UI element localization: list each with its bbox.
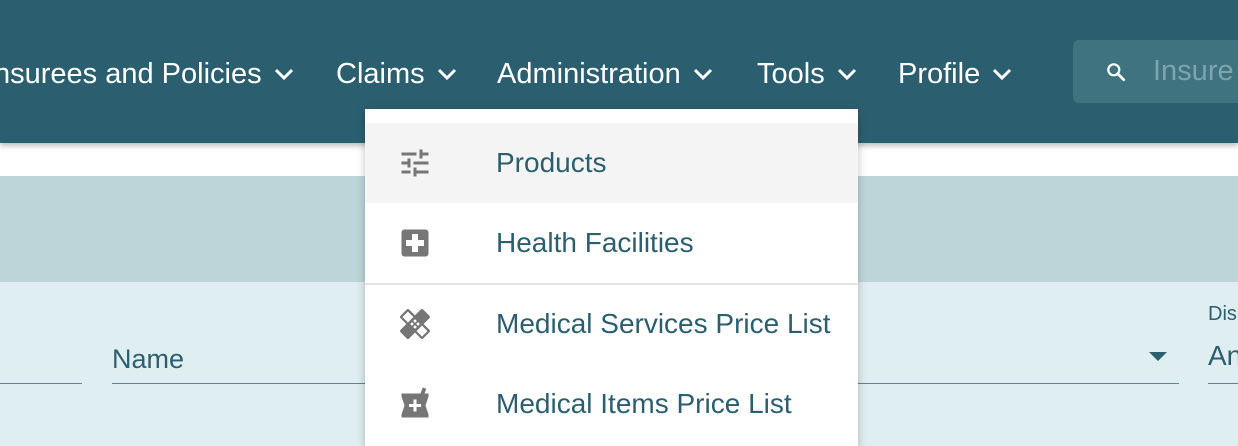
menu-item-label: Health Facilities bbox=[496, 227, 694, 258]
name-label: Name bbox=[112, 344, 185, 374]
menu-item-medical-services-price-list[interactable]: Medical Services Price List bbox=[365, 284, 858, 364]
menu-label: Profile bbox=[898, 57, 981, 90]
chevron-down-icon bbox=[693, 68, 712, 81]
filter-field-code[interactable] bbox=[0, 340, 82, 384]
healing-icon bbox=[399, 308, 431, 340]
search-box bbox=[1073, 40, 1238, 103]
chevron-down-icon bbox=[993, 68, 1012, 81]
menu-tools[interactable]: Tools bbox=[757, 56, 859, 92]
search-icon[interactable] bbox=[1105, 52, 1127, 92]
tune-icon bbox=[401, 149, 429, 177]
menu-label: nsurees and Policies bbox=[0, 57, 262, 90]
dropdown-arrow-icon bbox=[1149, 352, 1167, 361]
menu-administration[interactable]: Administration bbox=[497, 56, 715, 92]
menu-label: Claims bbox=[336, 57, 425, 90]
menu-item-products[interactable]: Products bbox=[365, 123, 858, 203]
filter-field-name[interactable]: Name bbox=[112, 340, 372, 384]
menu-item-health-facilities[interactable]: Health Facilities bbox=[365, 203, 858, 283]
menu-label: Tools bbox=[757, 57, 825, 90]
menu-profile[interactable]: Profile bbox=[898, 56, 1014, 92]
chevron-down-icon bbox=[437, 68, 456, 81]
chevron-down-icon bbox=[837, 68, 856, 81]
menu-item-medical-items-price-list[interactable]: Medical Items Price List bbox=[365, 364, 858, 444]
menu-item-label: Products bbox=[496, 147, 607, 178]
filter-field-district[interactable]: An bbox=[1208, 340, 1238, 384]
search-input[interactable] bbox=[1153, 55, 1238, 88]
district-label: Dis bbox=[1208, 303, 1237, 325]
district-value: An bbox=[1208, 340, 1238, 371]
menu-item-label: Medical Services Price List bbox=[496, 308, 831, 339]
administration-dropdown: Products Health Facilities Medical Servi… bbox=[365, 109, 858, 446]
filter-select[interactable] bbox=[855, 340, 1179, 384]
menu-label: Administration bbox=[497, 57, 681, 90]
medication-icon bbox=[401, 387, 429, 418]
menu-claims[interactable]: Claims bbox=[336, 56, 459, 92]
menu-item-label: Medical Items Price List bbox=[496, 388, 792, 419]
chevron-down-icon bbox=[274, 68, 293, 81]
local-hospital-icon bbox=[401, 229, 429, 257]
menu-insurees-and-policies[interactable]: nsurees and Policies bbox=[0, 56, 296, 92]
